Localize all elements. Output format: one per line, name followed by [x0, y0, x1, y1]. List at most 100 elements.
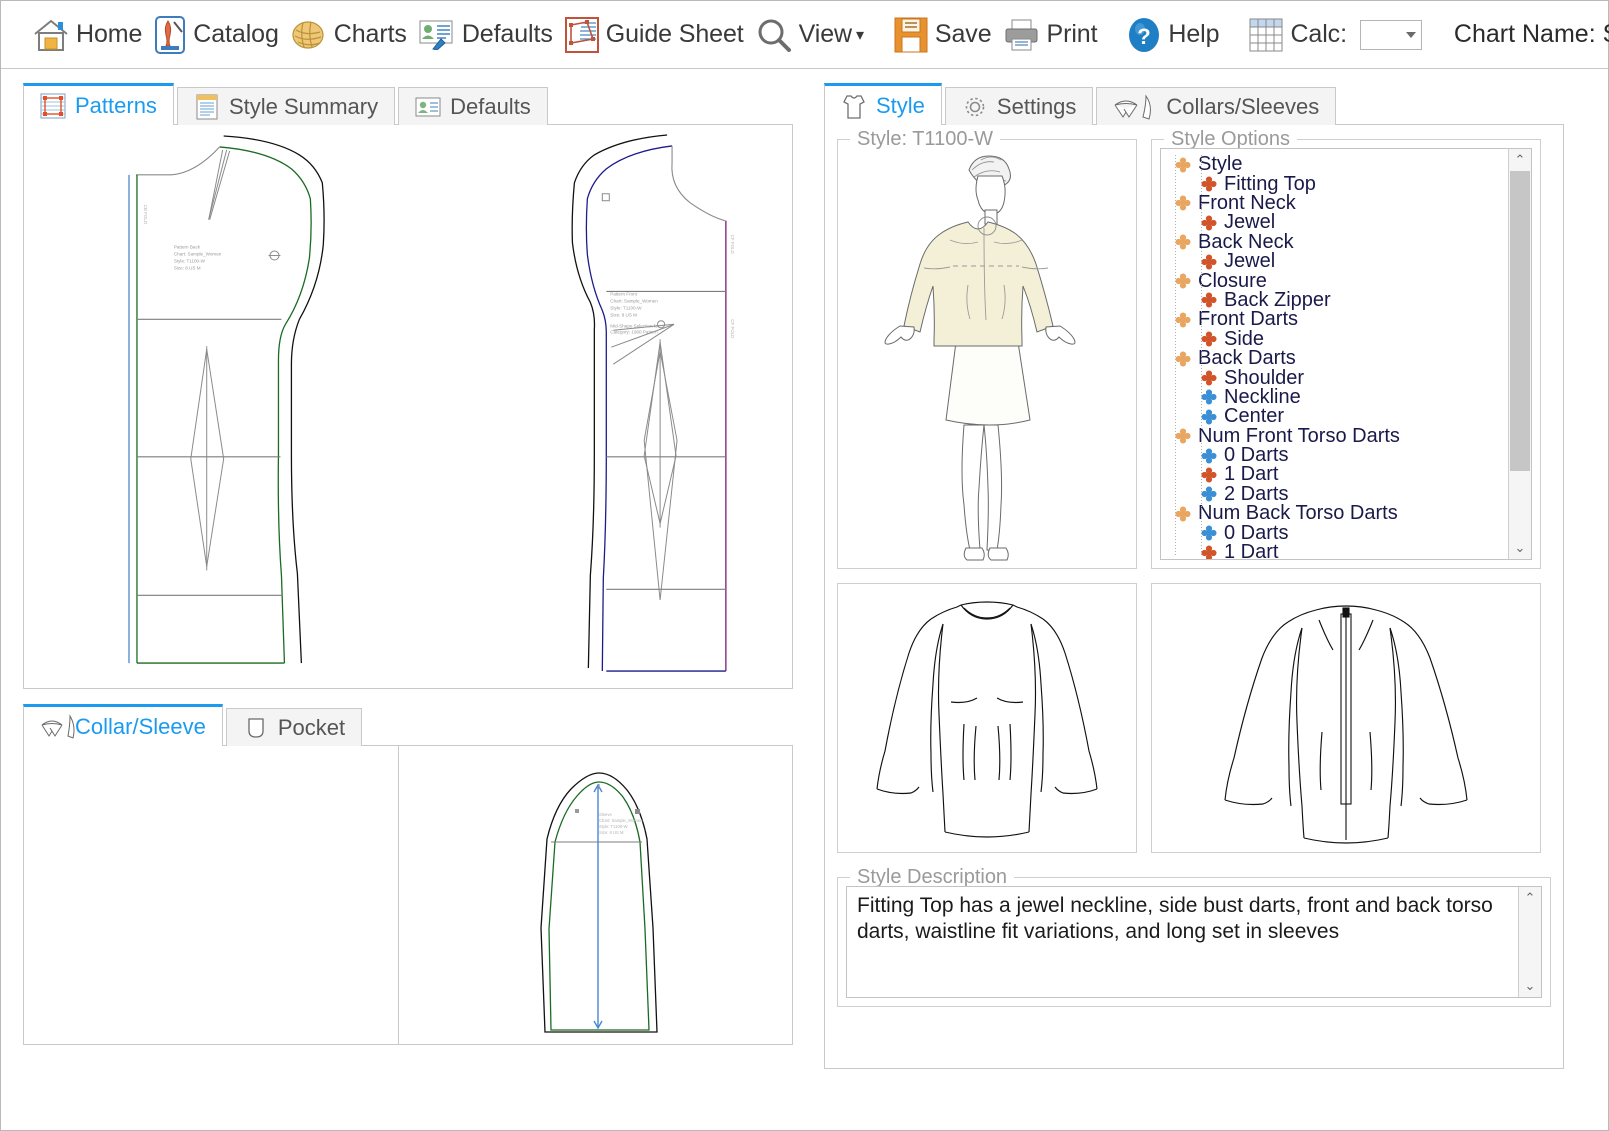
tab-style-label: Style [876, 93, 925, 119]
toolbar-help-label: Help [1168, 20, 1219, 49]
charts-icon [291, 18, 327, 52]
tree-item[interactable]: 1 Dart [1175, 543, 1508, 559]
collar-canvas[interactable] [24, 746, 399, 1044]
tree-item[interactable]: Num Front Torso Darts [1175, 426, 1508, 445]
tree-item[interactable]: 1 Dart [1175, 465, 1508, 484]
defaults-icon [419, 20, 455, 50]
toolbar-home-label: Home [76, 20, 142, 49]
toolbar-view-label: View [799, 20, 852, 49]
tree-item[interactable]: Num Back Torso Darts [1175, 504, 1508, 523]
pocket-icon [243, 715, 269, 741]
front-flat-sketch-box[interactable] [837, 583, 1137, 853]
style-options-tree-body[interactable]: StyleFitting TopFront NeckJewelBack Neck… [1161, 149, 1508, 559]
tree-item[interactable]: Jewel [1175, 252, 1508, 271]
clover-marker-icon [1175, 506, 1191, 522]
tab-collars-sleeves[interactable]: Collars/Sleeves [1096, 87, 1336, 125]
tab-defaults[interactable]: Defaults [398, 87, 548, 125]
toolbar-view[interactable]: View ▾ [754, 16, 874, 54]
tab-style-summary[interactable]: Style Summary [177, 87, 395, 125]
toolbar-catalog[interactable]: Catalog [152, 14, 288, 56]
clover-marker-icon [1175, 273, 1191, 289]
tab-collars-sleeves-label: Collars/Sleeves [1166, 94, 1319, 120]
scrollbar-thumb[interactable] [1510, 171, 1530, 471]
tab-pocket[interactable]: Pocket [226, 708, 362, 746]
style-description-text: Fitting Top has a jewel neckline, side b… [847, 887, 1518, 997]
toolbar-help[interactable]: ? Help [1125, 15, 1229, 55]
style-options-group: Style Options StyleFitting TopFront Neck… [1151, 139, 1541, 569]
description-scrollbar[interactable]: ⌃ ⌄ [1518, 887, 1541, 997]
sleeve-canvas[interactable]: Sleeve Chart: Sample_Women Style: T1100-… [399, 746, 792, 1044]
tab-collar-sleeve[interactable]: Collar/Sleeve [23, 704, 223, 746]
tree-item[interactable]: Center [1175, 407, 1508, 426]
toolbar-print[interactable]: Print [1002, 17, 1108, 53]
calc-dropdown[interactable] [1360, 20, 1422, 50]
toolbar-save[interactable]: Save [892, 15, 1002, 55]
style-options-tree[interactable]: StyleFitting TopFront NeckJewelBack Neck… [1160, 148, 1532, 560]
clover-marker-icon [1175, 157, 1191, 173]
collar-sleeve-icon [1113, 94, 1157, 120]
tree-item[interactable]: Shoulder [1175, 368, 1508, 387]
print-icon [1004, 19, 1040, 51]
document-lines-icon [194, 94, 220, 120]
scroll-down-icon[interactable]: ⌄ [1519, 975, 1541, 997]
tree-item[interactable]: Fitting Top [1175, 174, 1508, 193]
tree-scrollbar[interactable]: ⌃ ⌄ [1508, 149, 1531, 559]
flats-row [837, 583, 1551, 853]
svg-text:Pattern Back: Pattern Back [174, 245, 201, 250]
tab-settings[interactable]: Settings [945, 87, 1094, 125]
application-window: Home Catalog [0, 0, 1609, 1131]
svg-text:?: ? [1138, 24, 1151, 49]
tab-settings-label: Settings [997, 94, 1077, 120]
tree-item[interactable]: Style [1175, 155, 1508, 174]
svg-text:Category: 1900 Pattern: Category: 1900 Pattern [610, 329, 658, 334]
tree-item[interactable]: Back Darts [1175, 349, 1508, 368]
collar-sleeve-canvas[interactable]: Sleeve Chart: Sample_Women Style: T1100-… [23, 745, 793, 1045]
tree-item[interactable]: Side [1175, 330, 1508, 349]
tree-item[interactable]: 0 Darts [1175, 446, 1508, 465]
tab-style[interactable]: Style [824, 83, 942, 125]
toolbar-charts[interactable]: Charts [289, 16, 417, 54]
tree-item[interactable]: Closure [1175, 271, 1508, 290]
left-pane: Patterns Style Summary [1, 70, 816, 1130]
sleeve-pattern-drawing: Sleeve Chart: Sample_Women Style: T1100-… [399, 746, 792, 1044]
scroll-up-icon[interactable]: ⌃ [1509, 149, 1531, 171]
tree-item[interactable]: Neckline [1175, 388, 1508, 407]
svg-text:Chart: Sample_Women: Chart: Sample_Women [174, 252, 222, 257]
back-flat-sketch-box[interactable] [1151, 583, 1541, 853]
chevron-down-icon[interactable]: ▾ [856, 25, 864, 45]
svg-text:Size: 8 US M: Size: 8 US M [610, 312, 637, 317]
svg-text:Pattern Front: Pattern Front [610, 291, 637, 296]
toolbar-calc[interactable]: Calc: [1247, 16, 1431, 54]
toolbar-defaults-label: Defaults [462, 20, 553, 49]
main-toolbar: Home Catalog [1, 1, 1608, 69]
toolbar-guide-sheet[interactable]: Guide Sheet [563, 15, 754, 55]
style-description-box[interactable]: Fitting Top has a jewel neckline, side b… [846, 886, 1542, 998]
toolbar-defaults[interactable]: Defaults [417, 18, 563, 52]
tree-item[interactable]: Front Neck [1175, 194, 1508, 213]
scroll-down-icon[interactable]: ⌄ [1509, 537, 1531, 559]
tab-defaults-label: Defaults [450, 94, 531, 120]
clover-marker-icon [1201, 467, 1217, 483]
patterns-canvas[interactable]: Pattern Back Chart: Sample_Women Style: … [23, 124, 793, 689]
tree-item[interactable]: Back Neck [1175, 233, 1508, 252]
clover-marker-icon [1201, 448, 1217, 464]
style-panel: Style: T1100-W [824, 124, 1564, 1069]
tab-patterns-label: Patterns [75, 93, 157, 119]
gear-icon [962, 94, 988, 120]
tab-patterns[interactable]: Patterns [23, 83, 174, 125]
scroll-up-icon[interactable]: ⌃ [1519, 887, 1541, 909]
tree-item[interactable]: Back Zipper [1175, 291, 1508, 310]
tree-item[interactable]: 2 Darts [1175, 485, 1508, 504]
toolbar-save-label: Save [935, 20, 992, 49]
back-flat-sketch [1152, 584, 1540, 852]
collar-sleeve-tabstrip: Collar/Sleeve Pocket [23, 703, 816, 745]
toolbar-home[interactable]: Home [31, 16, 152, 54]
svg-text:Size: 8 US M: Size: 8 US M [599, 830, 624, 835]
svg-text:CF FOLD: CF FOLD [730, 235, 735, 255]
svg-text:Style: T1100-W: Style: T1100-W [599, 824, 628, 829]
tree-item[interactable]: 0 Darts [1175, 523, 1508, 542]
front-flat-sketch [838, 584, 1136, 852]
home-icon [33, 18, 69, 52]
tree-item[interactable]: Front Darts [1175, 310, 1508, 329]
tree-item[interactable]: Jewel [1175, 213, 1508, 232]
